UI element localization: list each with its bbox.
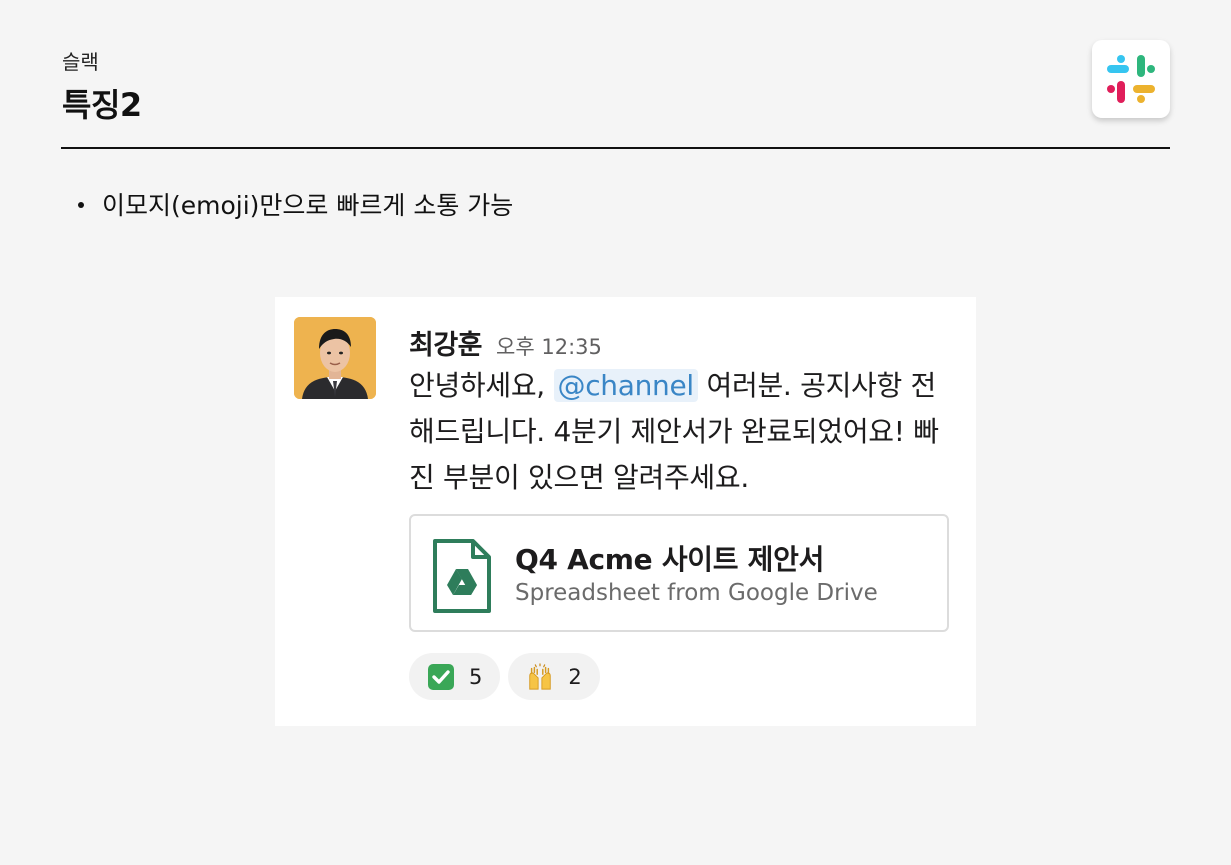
- reaction-bar: 5 2: [409, 653, 608, 700]
- bullet-dot: [78, 202, 84, 208]
- attachment-title[interactable]: Q4 Acme 사이트 제안서: [515, 538, 824, 578]
- reaction-count: 2: [568, 664, 582, 689]
- section-kicker: 슬랙: [62, 50, 99, 74]
- sender-name[interactable]: 최강훈: [409, 323, 483, 362]
- avatar[interactable]: [294, 317, 376, 399]
- message-body: 안녕하세요, @channel 여러분. 공지사항 전해드립니다. 4분기 제안…: [409, 363, 949, 501]
- message-text-start: 안녕하세요,: [409, 369, 554, 402]
- check-mark-icon: [427, 663, 455, 691]
- channel-mention[interactable]: @channel: [553, 369, 698, 402]
- attachment-subtitle: Spreadsheet from Google Drive: [515, 580, 878, 606]
- slide: 슬랙 특징2 이모지(emoji)만으로 빠르게 소통 가능 최강훈 오후 12…: [0, 0, 1231, 865]
- raising-hands-icon: [526, 662, 554, 691]
- slack-logo-icon: [1107, 55, 1155, 103]
- page-title: 특징2: [62, 86, 142, 124]
- reaction-raising-hands[interactable]: 2: [508, 653, 600, 700]
- file-attachment[interactable]: Q4 Acme 사이트 제안서 Spreadsheet from Google …: [409, 514, 949, 632]
- message-header: 최강훈 오후 12:35: [409, 323, 602, 362]
- slack-logo: [1092, 40, 1170, 118]
- reaction-count: 5: [469, 664, 483, 689]
- reaction-check[interactable]: 5: [409, 653, 501, 700]
- google-drive-file-icon: [433, 539, 491, 613]
- bullet-text: 이모지(emoji)만으로 빠르게 소통 가능: [102, 191, 514, 220]
- title-divider: [61, 147, 1170, 149]
- message-timestamp[interactable]: 오후 12:35: [496, 331, 602, 361]
- bullet-item: 이모지(emoji)만으로 빠르게 소통 가능: [78, 186, 513, 222]
- slack-message-screenshot: 최강훈 오후 12:35 안녕하세요, @channel 여러분. 공지사항 전…: [275, 297, 976, 726]
- person-portrait-icon: [294, 317, 376, 399]
